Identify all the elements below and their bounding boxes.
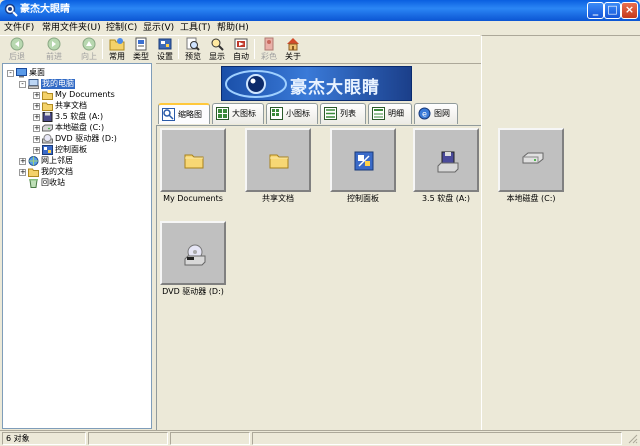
menu-favorites[interactable]: 常用文件夹(U) (42, 22, 101, 34)
about-house-icon (287, 38, 299, 51)
forward-button[interactable]: 前进 (42, 37, 66, 63)
toolbar: 后退 前进 向上 常用 类型 设置 预览 显示 自动 彩色 关于 (0, 35, 480, 62)
tab-list[interactable]: 列表 (320, 103, 366, 124)
auto-button[interactable]: 自动 (229, 37, 253, 63)
color-icon (264, 37, 274, 51)
expand-toggle[interactable]: + (33, 147, 40, 154)
expand-toggle[interactable]: + (19, 169, 26, 176)
up-arrow-icon (82, 37, 96, 51)
maximize-button[interactable]: □ (604, 2, 621, 19)
display-magnifier-icon (211, 38, 224, 51)
menu-file[interactable]: 文件(F) (4, 22, 34, 34)
expand-toggle[interactable]: + (33, 114, 40, 121)
back-button[interactable]: 后退 (5, 37, 29, 63)
close-button[interactable]: × (621, 2, 638, 19)
status-bar: 6 对象 (0, 430, 640, 446)
about-button[interactable]: 关于 (281, 37, 305, 63)
object-count: 6 对象 (2, 432, 86, 445)
minimize-button[interactable]: _ (587, 2, 604, 19)
small-icons-view-icon (270, 107, 283, 120)
brand-banner: 豪杰大眼睛 (221, 66, 412, 101)
thumbnail-my-documents[interactable] (160, 128, 226, 192)
window-title: 豪杰大眼睛 (20, 4, 70, 15)
eye-logo-icon (225, 70, 287, 98)
menu-tools[interactable]: 工具(T) (180, 22, 211, 34)
resize-grip-icon[interactable] (627, 433, 638, 444)
menu-control[interactable]: 控制(C) (106, 22, 137, 34)
status-cell-4 (252, 432, 622, 445)
back-arrow-icon (10, 37, 24, 51)
folder-icon (42, 91, 53, 100)
harddisk-icon (522, 152, 544, 164)
preview-button[interactable]: 预览 (181, 37, 205, 63)
dvd-icon (42, 134, 53, 144)
large-icons-view-icon (216, 107, 229, 120)
tab-thumbnails[interactable]: 缩略图 (158, 103, 210, 124)
tab-details[interactable]: 明细 (368, 103, 412, 124)
color-button[interactable]: 彩色 (257, 37, 281, 63)
thumbnail-view-icon (162, 108, 175, 121)
list-view-icon (324, 107, 337, 120)
harddisk-icon (42, 124, 53, 132)
desktop-icon (16, 68, 27, 78)
expand-toggle[interactable]: + (33, 92, 40, 99)
common-button[interactable]: 常用 (105, 37, 129, 63)
details-view-icon (372, 107, 385, 120)
thumbnail-label: 本地磁盘 (C:) (506, 194, 556, 203)
collapse-toggle[interactable]: - (19, 81, 26, 88)
web-view-icon: e (418, 107, 431, 120)
preview-magnifier-icon (186, 37, 200, 51)
control-panel-icon (354, 151, 374, 171)
thumbnail-dvd[interactable] (160, 221, 226, 285)
expand-toggle[interactable]: + (33, 103, 40, 110)
auto-icon (234, 38, 248, 50)
status-cell-3 (170, 432, 250, 445)
type-button[interactable]: 类型 (129, 37, 153, 63)
banner-text: 豪杰大眼睛 (290, 78, 380, 98)
forward-arrow-icon (47, 37, 61, 51)
type-icon (135, 37, 147, 51)
app-eye-icon (4, 3, 18, 17)
thumbnail-floppy[interactable] (413, 128, 479, 192)
expand-toggle[interactable]: + (33, 125, 40, 132)
recycle-bin-icon (29, 179, 38, 188)
control-panel-icon (42, 145, 53, 155)
dvd-icon (184, 244, 206, 266)
status-cell-2 (88, 432, 168, 445)
floppy-icon (42, 112, 53, 122)
folder-tree[interactable]: - 桌面 - 我的电脑 + My Documents + 共享文档 + 3.5 … (2, 63, 152, 429)
menu-view[interactable]: 显示(V) (143, 22, 174, 34)
svg-text:e: e (422, 110, 427, 119)
menu-help[interactable]: 帮助(H) (217, 22, 249, 34)
folder-icon (42, 102, 53, 111)
tab-web[interactable]: e 图网 (414, 103, 458, 124)
floppy-icon (437, 151, 459, 173)
expand-toggle[interactable]: + (33, 136, 40, 143)
folder-icon (184, 154, 204, 169)
view-tabs: 缩略图 大图标 小图标 列表 明细 e 图网 (156, 101, 481, 126)
folder-icon (269, 154, 289, 169)
folder-icon (28, 168, 39, 177)
menu-bar: 文件(F) 常用文件夹(U) 控制(C) 显示(V) 工具(T) 帮助(H) (0, 21, 640, 35)
up-button[interactable]: 向上 (77, 37, 101, 63)
thumbnail-control-panel[interactable] (330, 128, 396, 192)
expand-toggle[interactable]: + (19, 158, 26, 165)
thumbnail-local-disk[interactable] (498, 128, 564, 192)
tab-large-icons[interactable]: 大图标 (212, 103, 264, 124)
thumbnail-label: DVD 驱动器 (D:) (162, 287, 224, 296)
thumbnail-shared-documents[interactable] (245, 128, 311, 192)
settings-button[interactable]: 设置 (153, 37, 177, 63)
computer-icon (28, 79, 39, 89)
title-bar[interactable]: 豪杰大眼睛 _ □ × (0, 0, 640, 21)
network-icon (28, 156, 39, 166)
collapse-toggle[interactable]: - (7, 70, 14, 77)
side-panel (481, 35, 640, 431)
tab-small-icons[interactable]: 小图标 (266, 103, 318, 124)
common-folder-icon (109, 38, 125, 51)
thumbnail-pane[interactable]: My Documents 共享文档 控制面板 3.5 软盘 (A:) 本地磁盘 … (156, 125, 564, 430)
settings-icon (158, 38, 172, 50)
display-button[interactable]: 显示 (205, 37, 229, 63)
